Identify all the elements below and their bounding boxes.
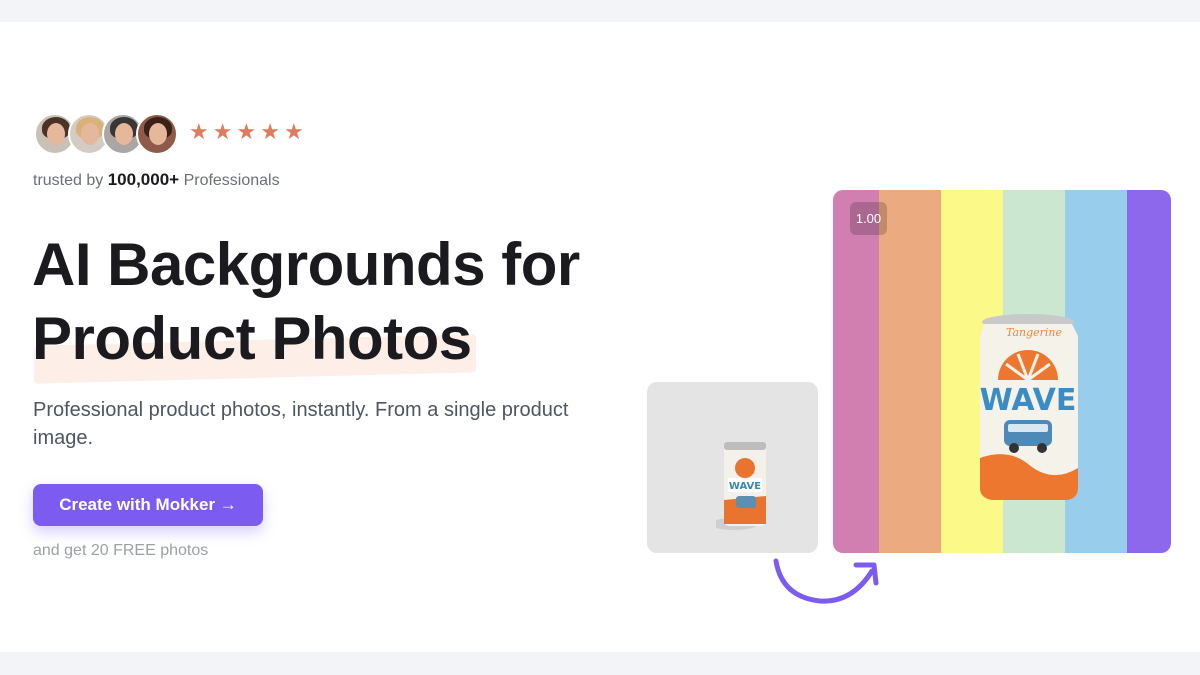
avatar-face xyxy=(115,123,133,145)
free-photos-note: and get 20 FREE photos xyxy=(33,542,209,559)
big-can-flavor: Tangerine xyxy=(1006,326,1063,339)
avatar-face xyxy=(149,123,167,145)
background-stripe xyxy=(833,190,879,553)
create-with-mokker-button[interactable]: Create with Mokker → xyxy=(33,484,263,526)
hero-headline: AI Backgrounds for Product Photos xyxy=(32,228,580,384)
trusted-suffix: Professionals xyxy=(183,172,280,189)
star-icon: ★ xyxy=(212,120,233,145)
transform-arrow-icon xyxy=(773,558,879,604)
big-can-image: Tangerine WAVE xyxy=(980,314,1078,500)
headline-line-2-wrap: Product Photos xyxy=(32,302,476,384)
big-can-brand: WAVE xyxy=(980,383,1077,418)
trusted-prefix: trusted by xyxy=(33,172,104,189)
hero-subtitle: Professional product photos, instantly. … xyxy=(33,399,569,449)
star-icon: ★ xyxy=(236,120,257,145)
headline-line-2: Product Photos xyxy=(32,305,472,372)
avatar-group xyxy=(34,113,178,155)
star-icon: ★ xyxy=(189,120,209,145)
star-icon: ★ xyxy=(260,120,280,145)
trusted-text: trusted by 100,000+ Professionals xyxy=(33,170,280,190)
background-stripe xyxy=(1127,190,1171,553)
small-can-image: WAVE xyxy=(716,442,766,530)
scale-badge: 1.00 xyxy=(850,202,887,235)
rating-stars: ★ ★ ★ ★ ★ xyxy=(189,122,304,144)
star-icon: ★ xyxy=(283,120,304,145)
small-can-brand: WAVE xyxy=(729,481,761,492)
headline-line-1: AI Backgrounds for xyxy=(32,231,580,298)
avatar-4 xyxy=(136,113,178,155)
background-stripe xyxy=(879,190,941,553)
avatar-face xyxy=(47,123,65,145)
avatar-face xyxy=(81,123,99,145)
trusted-count: 100,000+ xyxy=(107,170,180,189)
